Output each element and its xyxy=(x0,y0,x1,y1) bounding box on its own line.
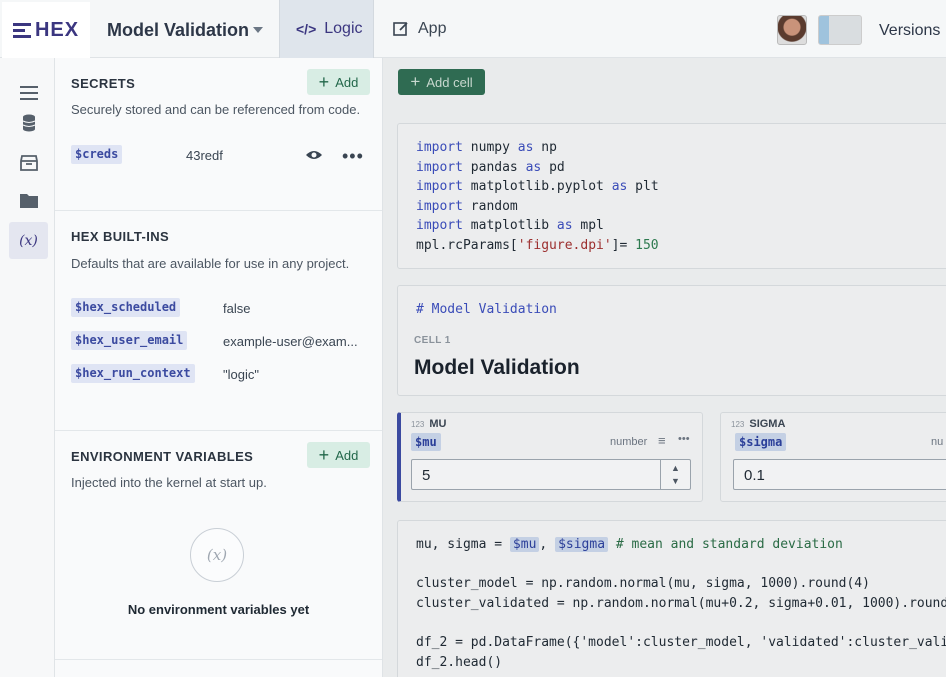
add-secret-label: Add xyxy=(335,74,359,90)
sigma-value: 0.1 xyxy=(744,467,765,484)
add-env-var-button[interactable]: + Add xyxy=(307,442,370,468)
database-icon[interactable] xyxy=(9,104,48,141)
top-bar: HEX Model Validation </> Logic App Versi… xyxy=(0,0,946,58)
sidebar-rail: (x) xyxy=(0,58,55,677)
markdown-cell[interactable]: # Model Validation CELL 1 Model Validati… xyxy=(397,285,946,396)
quantity-stepper[interactable]: ▲ ▼ xyxy=(660,460,690,489)
code-comment: # mean and standard deviation xyxy=(615,537,843,552)
input-label: 123 SIGMA xyxy=(731,418,785,430)
variable-reference: $mu xyxy=(509,537,540,552)
folder-icon[interactable] xyxy=(9,182,48,219)
code-cell[interactable]: import numpy as np import pandas as pd i… xyxy=(397,123,946,269)
plus-icon: + xyxy=(318,445,330,465)
chevron-down-icon[interactable] xyxy=(253,27,263,33)
avatar[interactable] xyxy=(777,15,807,45)
variable-reference: $sigma xyxy=(555,537,609,552)
tab-logic[interactable]: </> Logic xyxy=(279,0,374,58)
env-vars-title: ENVIRONMENT VARIABLES xyxy=(71,449,254,464)
more-options-icon[interactable]: ••• xyxy=(342,146,364,167)
empty-state-text: No environment variables yet xyxy=(127,602,310,617)
mu-input[interactable]: 5 ▲ ▼ xyxy=(411,459,691,490)
empty-variables-icon: (x) xyxy=(190,528,244,582)
input-label: 123 MU xyxy=(411,418,446,430)
logo-text: HEX xyxy=(34,18,80,41)
input-cell-sigma[interactable]: 123 SIGMA $sigma nu 0.1 xyxy=(720,412,946,502)
add-env-var-label: Add xyxy=(335,447,359,463)
builtin-name[interactable]: $hex_scheduled xyxy=(71,298,181,317)
eye-icon[interactable] xyxy=(305,149,323,161)
tab-app[interactable]: App xyxy=(376,0,462,58)
input-cell-mu[interactable]: 123 MU $mu number ≡ ••• 5 ▲ ▼ xyxy=(397,412,703,502)
number-type-icon: 123 xyxy=(731,420,745,429)
builtins-section: HEX BUILT-INS Defaults that are availabl… xyxy=(55,211,382,431)
archive-icon[interactable] xyxy=(9,144,48,181)
project-title[interactable]: Model Validation xyxy=(107,20,249,41)
edit-icon xyxy=(393,22,408,36)
builtins-title: HEX BUILT-INS xyxy=(71,229,170,244)
versions-button[interactable]: Versions xyxy=(879,22,940,40)
add-secret-button[interactable]: + Add xyxy=(307,69,370,95)
secrets-section: SECRETS + Add Securely stored and can be … xyxy=(55,58,382,211)
code-line: cluster_validated = np.random.normal(mu+… xyxy=(416,595,946,611)
secret-name[interactable]: $creds xyxy=(71,145,123,164)
cell-heading: Model Validation xyxy=(414,356,580,379)
input-label-text: SIGMA xyxy=(749,418,786,430)
code-icon: </> xyxy=(296,21,317,37)
hex-logo[interactable]: HEX xyxy=(2,2,90,58)
input-label-text: MU xyxy=(429,418,447,430)
sigma-input[interactable]: 0.1 xyxy=(733,459,946,490)
settings-icon[interactable]: ≡ xyxy=(658,433,666,448)
tab-logic-label: Logic xyxy=(324,20,363,37)
input-variable[interactable]: $mu xyxy=(411,433,441,451)
input-type: nu xyxy=(931,436,944,448)
builtins-description: Defaults that are available for use in a… xyxy=(71,256,350,271)
plus-icon: + xyxy=(410,72,421,91)
code-line: mu, sigma = xyxy=(416,537,510,552)
plus-icon: + xyxy=(318,72,330,92)
code-cell[interactable]: mu, sigma = $mu, $sigma # mean and stand… xyxy=(397,520,946,677)
builtin-name[interactable]: $hex_user_email xyxy=(71,331,188,350)
cell-label: CELL 1 xyxy=(414,335,451,346)
logo-lines-icon xyxy=(12,22,31,38)
input-type: number xyxy=(610,436,648,448)
add-cell-button[interactable]: + Add cell xyxy=(398,69,485,95)
number-type-icon: 123 xyxy=(411,420,425,429)
avatar[interactable] xyxy=(818,15,862,45)
builtin-value: example-user@exam... xyxy=(223,334,358,349)
notebook-area: + Add cell import numpy as np import pand… xyxy=(383,58,946,677)
builtin-value: "logic" xyxy=(223,367,259,382)
add-cell-label: Add cell xyxy=(426,74,473,90)
builtin-name[interactable]: $hex_run_context xyxy=(71,364,195,383)
variables-panel: SECRETS + Add Securely stored and can be … xyxy=(55,58,383,677)
code-line: df_2.head() xyxy=(416,654,503,670)
tab-app-label: App xyxy=(418,20,447,37)
more-options-icon[interactable]: ••• xyxy=(678,433,690,445)
builtin-value: false xyxy=(223,301,251,316)
code-line: cluster_model = np.random.normal(mu, sig… xyxy=(416,576,870,592)
secrets-title: SECRETS xyxy=(71,76,136,91)
env-vars-description: Injected into the kernel at start up. xyxy=(71,475,267,490)
secret-value: 43redf xyxy=(186,148,223,163)
secrets-description: Securely stored and can be referenced fr… xyxy=(71,102,361,117)
code-block: import numpy as np import pandas as pd i… xyxy=(416,140,659,253)
code-block: mu, sigma = $mu, $sigma # mean and stand… xyxy=(416,535,946,672)
variables-icon[interactable]: (x) xyxy=(9,222,48,259)
markdown-source: # Model Validation xyxy=(416,302,557,317)
mu-value: 5 xyxy=(422,467,431,484)
code-line: df_2 = pd.DataFrame({'model':cluster_mod… xyxy=(416,634,946,650)
input-variable[interactable]: $sigma xyxy=(735,433,787,451)
